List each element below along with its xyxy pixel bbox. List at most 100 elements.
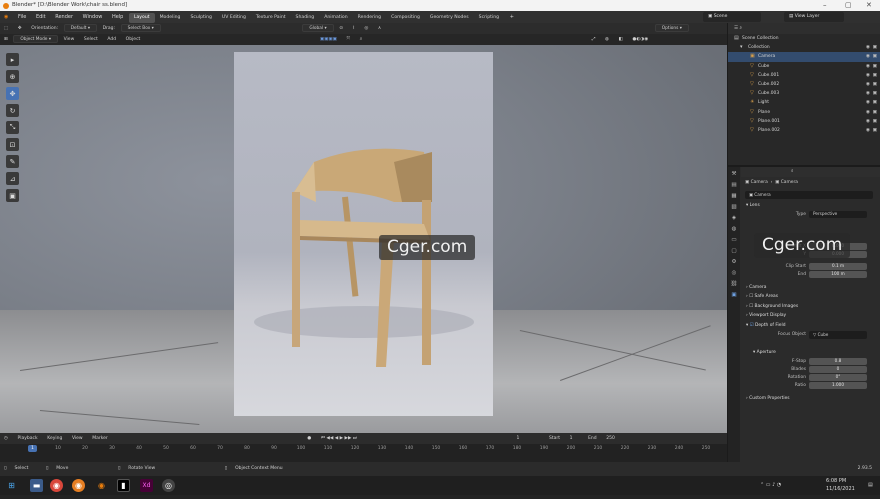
outliner-object-row[interactable]: ▽ Plane.001 ◉ ▣: [728, 117, 880, 126]
obs-icon[interactable]: ◎: [162, 479, 175, 492]
rotate-tool-icon[interactable]: ↻: [6, 104, 19, 117]
blender-taskbar-icon[interactable]: ◉: [95, 479, 108, 492]
render-camera-icon[interactable]: ▣: [872, 52, 877, 61]
file-explorer-icon[interactable]: ▬: [30, 479, 43, 492]
transform-tool-icon[interactable]: ⊡: [6, 138, 19, 151]
workspace-tab-shading[interactable]: Shading: [291, 13, 320, 23]
view-menu[interactable]: View: [60, 34, 79, 45]
marker-menu[interactable]: Marker: [88, 433, 112, 444]
menu-help[interactable]: Help: [108, 11, 127, 23]
render-camera-icon[interactable]: ▣: [872, 89, 877, 98]
scene-selector[interactable]: ▣ Scene: [703, 12, 761, 22]
safe-areas-panel-header[interactable]: › ☐ Safe Areas: [741, 292, 880, 302]
terminal-icon[interactable]: ▮: [117, 479, 130, 492]
start-field[interactable]: 1: [566, 433, 577, 444]
render-camera-icon[interactable]: ▣: [872, 80, 877, 89]
visibility-eye-icon[interactable]: ◉: [866, 108, 870, 117]
object-menu[interactable]: Object: [122, 34, 145, 45]
end-field[interactable]: 250: [602, 433, 619, 444]
blades-field[interactable]: 0: [809, 366, 867, 373]
add-workspace-icon[interactable]: +: [506, 11, 518, 23]
options-dropdown[interactable]: Options ▾: [654, 24, 689, 32]
properties-search-icon[interactable]: ⌕: [741, 169, 793, 174]
fstop-field[interactable]: 0.8: [809, 358, 867, 365]
snap-icon[interactable]: ⌇: [349, 23, 359, 34]
keying-menu[interactable]: Keying: [43, 433, 66, 444]
workspace-tab-texture-paint[interactable]: Texture Paint: [251, 13, 291, 23]
workspace-tab-animation[interactable]: Animation: [319, 13, 352, 23]
outliner-object-row[interactable]: ▽ Cube.002 ◉ ▣: [728, 80, 880, 89]
menu-file[interactable]: File: [14, 11, 30, 23]
menu-edit[interactable]: Edit: [32, 11, 50, 23]
render-camera-icon[interactable]: ▣: [872, 62, 877, 71]
workspace-tab-sculpting[interactable]: Sculpting: [185, 13, 216, 23]
visibility-eye-icon[interactable]: ◉: [866, 43, 870, 52]
maximize-icon[interactable]: ▢: [845, 0, 852, 11]
viewport-display-panel-header[interactable]: › Viewport Display: [741, 311, 880, 321]
world-tab-icon[interactable]: ◍: [730, 225, 738, 233]
background-images-panel-header[interactable]: › ☐ Background Images: [741, 302, 880, 312]
proportional-falloff-icon[interactable]: ∧: [374, 23, 385, 34]
scene-collection-row[interactable]: ▤ Scene Collection: [728, 34, 880, 43]
selectability-icon[interactable]: ▣▣▣▣: [316, 34, 341, 45]
render-camera-icon[interactable]: ▣: [872, 98, 877, 107]
visibility-eye-icon[interactable]: ◉: [866, 80, 870, 89]
firefox-icon[interactable]: ◉: [72, 479, 85, 492]
camera-data-tab-icon[interactable]: ▣: [730, 291, 738, 299]
clock-date[interactable]: 11/16/2021: [826, 480, 855, 499]
render-camera-icon[interactable]: ▣: [872, 108, 877, 117]
render-camera-icon[interactable]: ▣: [872, 71, 877, 80]
playback-controls-icon[interactable]: ⏮ ◀◀ ◀ ▶ ▶▶ ⏭: [317, 433, 361, 444]
pivot-icon[interactable]: ⊙: [335, 23, 347, 34]
add-cube-tool-icon[interactable]: ▣: [6, 189, 19, 202]
dof-checkbox-icon[interactable]: ☑: [750, 323, 754, 328]
focus-object-field[interactable]: ▽ Cube: [809, 330, 867, 339]
outliner-search-icon[interactable]: ⌕: [739, 26, 742, 31]
tool-tab-icon[interactable]: ⚒: [730, 170, 738, 178]
select-tool-icon[interactable]: ⬚: [0, 23, 12, 34]
visibility-eye-icon[interactable]: ◉: [866, 52, 870, 61]
xray-icon[interactable]: ◧: [615, 34, 627, 45]
transform-gizmo-icon[interactable]: ⤧: [343, 34, 355, 45]
shading-modes-icon[interactable]: ●◐◑◉: [628, 34, 652, 45]
outliner-object-row[interactable]: ▣ Camera ◉ ▣: [728, 52, 880, 62]
physics-tab-icon[interactable]: ◎: [730, 269, 738, 277]
add-menu[interactable]: Add: [103, 34, 120, 45]
workspace-tab-rendering[interactable]: Rendering: [353, 13, 386, 23]
view-layer-selector[interactable]: ▤ View Layer: [784, 12, 844, 22]
workspace-tab-geometry-nodes[interactable]: Geometry Nodes: [425, 13, 474, 23]
clip-end-field[interactable]: 100 m: [809, 271, 867, 278]
windows-start-icon[interactable]: ⊞: [5, 479, 18, 492]
outliner-object-row[interactable]: ☀ Light ◉ ▣: [728, 98, 880, 107]
playhead[interactable]: 1: [28, 445, 37, 452]
clip-start-field[interactable]: 0.1 m: [809, 263, 867, 270]
scene-tab-icon[interactable]: ◈: [730, 214, 738, 222]
output-tab-icon[interactable]: ▦: [730, 192, 738, 200]
outliner-object-row[interactable]: ▽ Cube.003 ◉ ▣: [728, 89, 880, 98]
timeline-editor-icon[interactable]: ◷: [0, 433, 12, 444]
close-icon[interactable]: ✕: [866, 0, 872, 11]
dof-panel-header[interactable]: ▾ ☑ Depth of Field: [741, 321, 880, 331]
menu-render[interactable]: Render: [51, 11, 77, 23]
visibility-eye-icon[interactable]: ◉: [866, 71, 870, 80]
current-frame-field[interactable]: 1: [513, 433, 524, 444]
visibility-eye-icon[interactable]: ◉: [866, 126, 870, 135]
workspace-tab-modeling[interactable]: Modeling: [155, 13, 186, 23]
adobe-xd-icon[interactable]: Xd: [140, 479, 153, 492]
playback-menu[interactable]: Playback: [14, 433, 42, 444]
cursor-tool-icon[interactable]: ⊕: [6, 70, 19, 83]
render-camera-icon[interactable]: ▣: [872, 117, 877, 126]
measure-tool-icon[interactable]: ⊿: [6, 172, 19, 185]
workspace-tab-layout[interactable]: Layout: [128, 13, 155, 23]
aperture-panel-header[interactable]: ▾ Aperture: [741, 348, 880, 358]
annotate-tool-icon[interactable]: ✎: [6, 155, 19, 168]
visibility-eye-icon[interactable]: ◉: [866, 98, 870, 107]
workspace-tab-uv-editing[interactable]: UV Editing: [217, 13, 251, 23]
tray-icons[interactable]: ⌃ ▭ ♪ ◔: [760, 476, 781, 495]
outliner-object-row[interactable]: ▽ Plane ◉ ▣: [728, 108, 880, 117]
move-tool-icon[interactable]: ✥: [6, 87, 19, 100]
modifiers-tab-icon[interactable]: ⚙: [730, 258, 738, 266]
proportional-edit-icon[interactable]: ◎: [360, 23, 372, 34]
outliner-object-row[interactable]: ▽ Cube.001 ◉ ▣: [728, 71, 880, 80]
object-tab-icon[interactable]: ▢: [730, 247, 738, 255]
